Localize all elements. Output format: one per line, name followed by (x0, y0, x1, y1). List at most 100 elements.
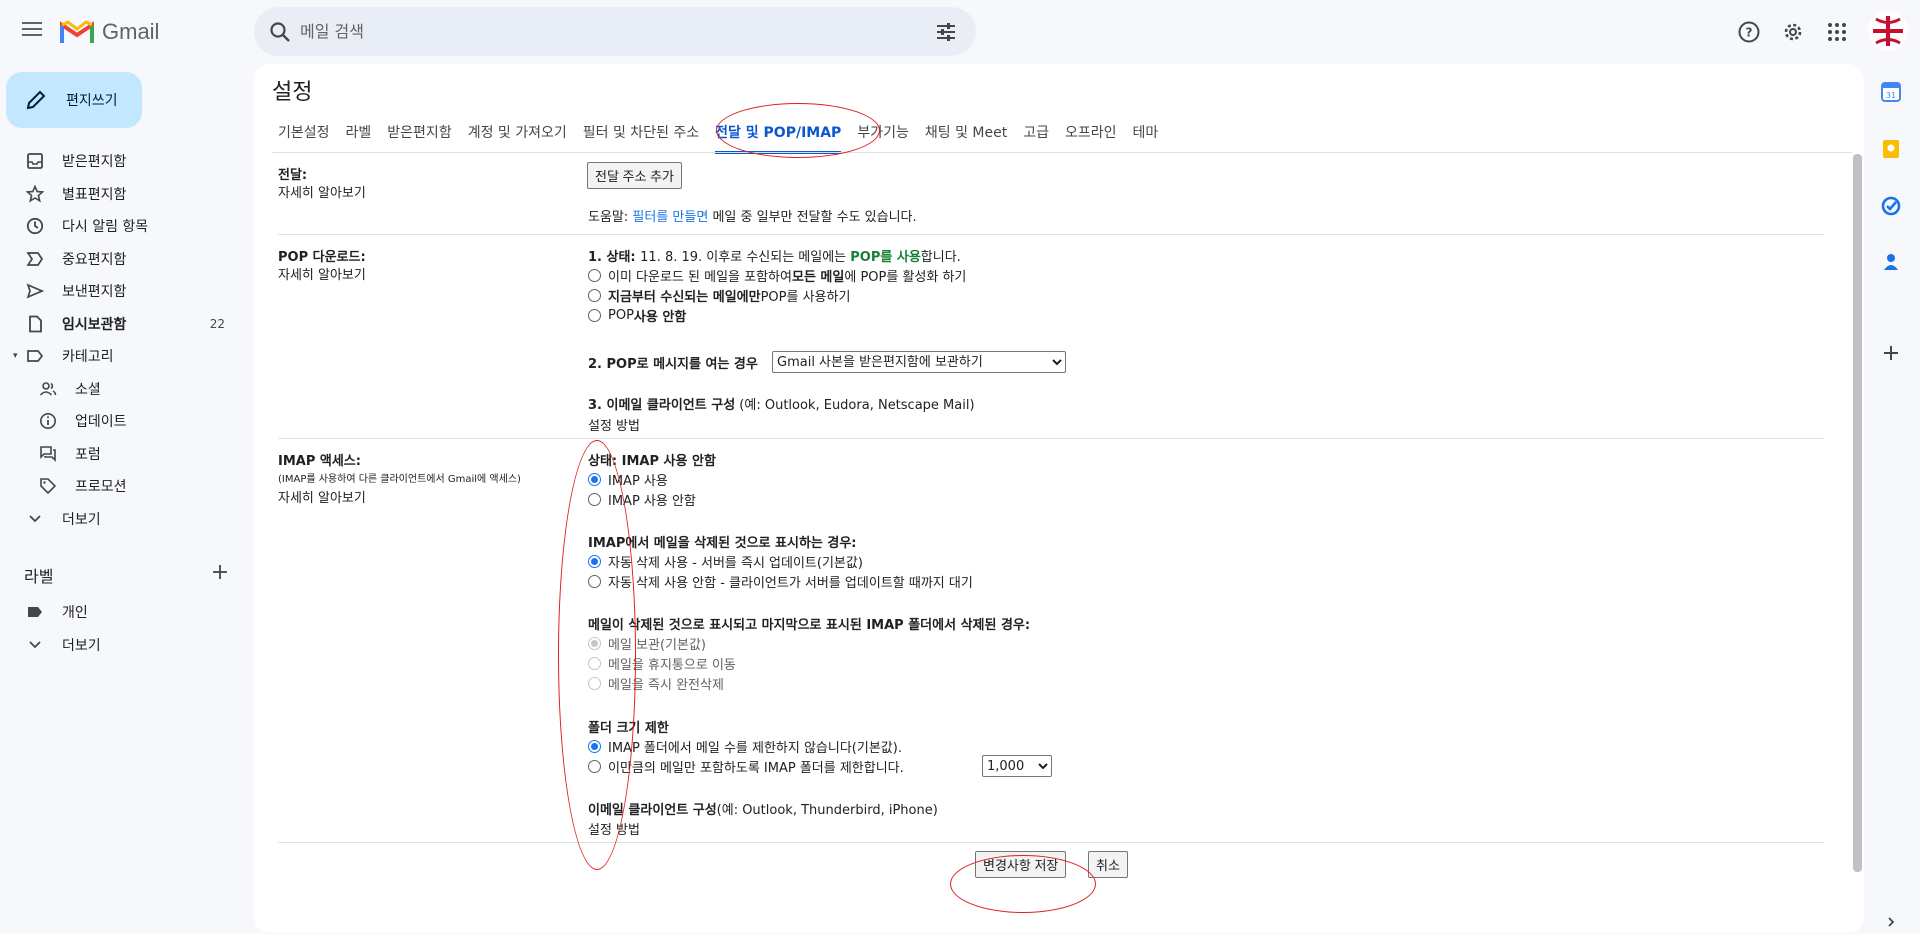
radio-button[interactable] (588, 493, 601, 506)
sidebar-item-snoozed[interactable]: 다시 알림 항목 (0, 210, 240, 243)
sidebar-item-updates[interactable]: 업데이트 (0, 405, 240, 438)
search-icon[interactable] (268, 20, 292, 44)
radio-button[interactable] (588, 309, 601, 322)
save-changes-button[interactable]: 변경사항 저장 (975, 851, 1067, 878)
contacts-icon[interactable] (1879, 250, 1903, 274)
option-text: 자동 삭제 사용 - 서버를 즉시 업데이트(기본값) (608, 556, 863, 571)
sidebar-item-promotions[interactable]: 프로모션 (0, 470, 240, 503)
keep-icon[interactable] (1879, 137, 1903, 161)
sidebar-item-inbox[interactable]: 받은편지함 (0, 145, 240, 178)
radio-button[interactable] (588, 760, 601, 773)
tab-filters[interactable]: 필터 및 차단된 주소 (583, 122, 699, 154)
sidebar-item-drafts[interactable]: 임시보관함 22 (0, 308, 240, 341)
radio-button-disabled[interactable] (588, 637, 601, 650)
radio-button-selected[interactable] (588, 555, 601, 568)
sidebar-item-important[interactable]: 중요편지함 (0, 243, 240, 276)
option-text: 메일을 즉시 완전삭제 (608, 678, 724, 693)
pop-option-from-now[interactable]: 지금부터 수신되는 메일에만 POP를 사용하기 (588, 286, 850, 305)
label-item-more[interactable]: 더보기 (0, 629, 240, 662)
compose-button[interactable]: 편지쓰기 (6, 72, 142, 128)
expunge-delete-option[interactable]: 메일을 즉시 완전삭제 (588, 674, 724, 693)
gmail-logo[interactable]: Gmail (60, 14, 159, 50)
help-icon[interactable]: ? (1733, 16, 1765, 48)
cancel-button[interactable]: 취소 (1088, 851, 1128, 878)
tab-themes[interactable]: 테마 (1133, 122, 1159, 154)
main-menu-icon[interactable] (18, 18, 46, 46)
option-bold-text: 모든 메일 (791, 270, 845, 285)
info-icon (38, 411, 58, 431)
radio-button-selected[interactable] (588, 740, 601, 753)
tab-general[interactable]: 기본설정 (278, 122, 330, 154)
tab-addons[interactable]: 부가기능 (857, 122, 909, 154)
forwarding-learn-more-link[interactable]: 자세히 알아보기 (278, 182, 366, 201)
expunge-archive-option[interactable]: 메일 보관(기본값) (588, 634, 706, 653)
add-forwarding-address-button[interactable]: 전달 주소 추가 (587, 162, 682, 189)
tab-advanced[interactable]: 고급 (1023, 122, 1049, 154)
apps-grid-icon[interactable] (1821, 16, 1853, 48)
auto-expunge-off-option[interactable]: 자동 삭제 사용 안함 - 클라이언트가 서버를 업데이트할 때까지 대기 (588, 572, 973, 591)
search-options-icon[interactable] (934, 20, 958, 44)
radio-button[interactable] (588, 269, 601, 282)
sidebar-item-social[interactable]: 소셜 (0, 373, 240, 406)
calendar-icon[interactable]: 31 (1879, 80, 1903, 104)
vertical-scrollbar[interactable] (1853, 154, 1862, 872)
sidebar-item-categories[interactable]: ▾ 카테고리 (0, 340, 240, 373)
radio-button[interactable] (588, 289, 601, 302)
option-text: 이만큼의 메일만 포함하도록 IMAP 폴더를 제한합니다. (608, 761, 904, 776)
radio-button[interactable] (588, 575, 601, 588)
sidebar-item-label: 받은편지함 (62, 154, 127, 171)
sidebar-item-starred[interactable]: 별표편지함 (0, 178, 240, 211)
search-input[interactable] (298, 17, 858, 45)
tab-offline[interactable]: 오프라인 (1065, 122, 1117, 154)
clock-icon (25, 216, 45, 236)
tab-accounts-import[interactable]: 계정 및 가져오기 (468, 122, 567, 154)
radio-button-disabled[interactable] (588, 657, 601, 670)
radio-button-disabled[interactable] (588, 677, 601, 690)
show-side-panel-chevron-icon[interactable] (1879, 910, 1903, 934)
imap-learn-more-link[interactable]: 자세히 알아보기 (278, 487, 366, 506)
pop-step3-rest: (예: Outlook, Eudora, Netscape Mail) (735, 398, 975, 413)
section-divider (278, 842, 1824, 843)
imap-disable-option[interactable]: IMAP 사용 안함 (588, 490, 696, 509)
sidebar-nav: 받은편지함 별표편지함 다시 알림 항목 중요편지함 보낸편지함 임시보관함 2… (0, 145, 240, 535)
caret-down-icon[interactable]: ▾ (13, 351, 18, 361)
auto-expunge-on-option[interactable]: 자동 삭제 사용 - 서버를 즉시 업데이트(기본값) (588, 552, 863, 571)
imap-setup-link[interactable]: 설정 방법 (588, 819, 640, 838)
tag-icon (38, 476, 58, 496)
folder-limit-option[interactable]: 이만큼의 메일만 포함하도록 IMAP 폴더를 제한합니다. (588, 757, 904, 776)
imap-enable-option[interactable]: IMAP 사용 (588, 470, 668, 489)
pop-setup-link[interactable]: 설정 방법 (588, 415, 640, 434)
pop-option-all-mail[interactable]: 이미 다운로드 된 메일을 포함하여 모든 메일 에 POP를 활성화 하기 (588, 266, 966, 285)
label-icon (25, 346, 45, 366)
pop-action-select[interactable]: Gmail 사본을 받은편지함에 보관하기 (772, 351, 1066, 373)
chevron-down-icon (25, 509, 45, 529)
pop-option-disable[interactable]: POP 사용 안함 (588, 306, 686, 325)
search-bar[interactable] (254, 7, 976, 56)
tab-forwarding-pop-imap[interactable]: 전달 및 POP/IMAP (715, 122, 842, 154)
create-label-plus-icon[interactable] (210, 562, 230, 582)
settings-gear-icon[interactable] (1777, 16, 1809, 48)
imap-status: 상태: IMAP 사용 안함 (588, 454, 716, 469)
pop-status-date: 11. 8. 19. 이후로 수신되는 메일에는 (640, 250, 851, 265)
pop-learn-more-link[interactable]: 자세히 알아보기 (278, 264, 366, 283)
gmail-m-icon (60, 20, 94, 43)
expunge-trash-option[interactable]: 메일을 휴지통으로 이동 (588, 654, 736, 673)
tasks-icon[interactable] (1879, 194, 1903, 218)
create-filter-link[interactable]: 필터를 만들면 (632, 210, 708, 225)
option-text: POP (608, 308, 634, 323)
tab-inbox[interactable]: 받은편지함 (387, 122, 451, 154)
account-avatar[interactable] (1868, 11, 1908, 51)
option-text: 자동 삭제 사용 안함 - 클라이언트가 서버를 업데이트할 때까지 대기 (608, 576, 973, 591)
folder-limit-select[interactable]: 1,000 (982, 755, 1052, 777)
sidebar-item-sent[interactable]: 보낸편지함 (0, 275, 240, 308)
sidebar-item-more[interactable]: 더보기 (0, 503, 240, 536)
sidebar-item-forums[interactable]: 포럼 (0, 438, 240, 471)
tab-labels[interactable]: 라벨 (346, 122, 372, 154)
folder-no-limit-option[interactable]: IMAP 폴더에서 메일 수를 제한하지 않습니다(기본값). (588, 737, 902, 756)
label-item-personal[interactable]: 개인 (0, 596, 240, 629)
tab-chat-meet[interactable]: 채팅 및 Meet (925, 122, 1007, 154)
get-addons-plus-icon[interactable] (1879, 341, 1903, 365)
option-text: 에 POP를 활성화 하기 (844, 270, 967, 285)
radio-button-selected[interactable] (588, 473, 601, 486)
pop-step3-bold: 3. 이메일 클라이언트 구성 (588, 398, 736, 413)
